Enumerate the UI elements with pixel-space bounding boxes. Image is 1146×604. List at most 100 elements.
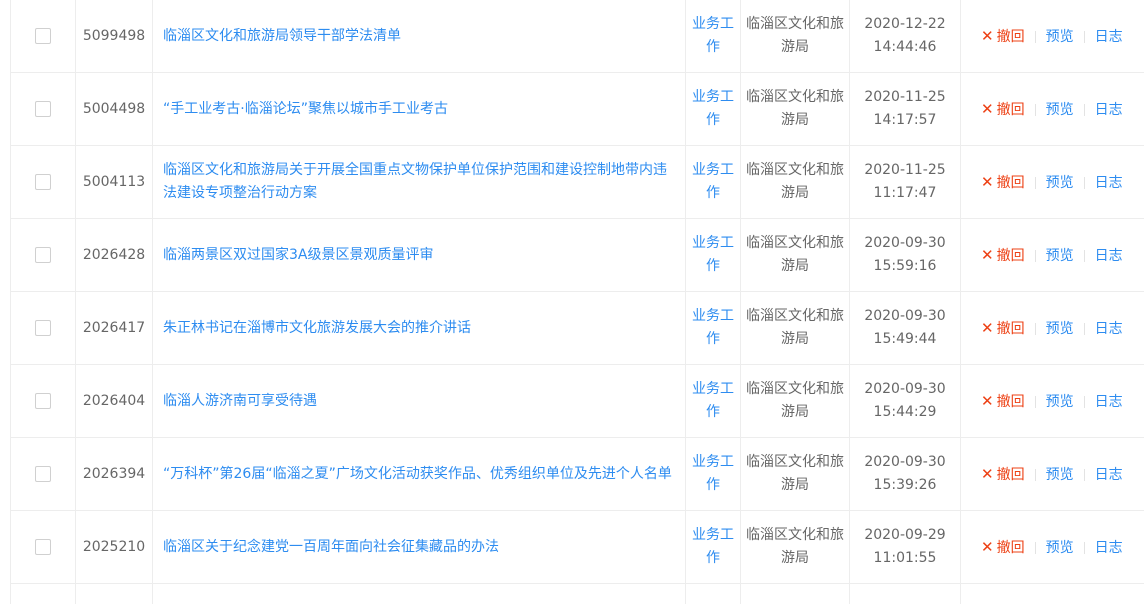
log-button[interactable]: 日志: [1095, 321, 1123, 337]
revoke-button[interactable]: ✕撤回: [981, 540, 1025, 556]
row-title-link[interactable]: 临淄区文化和旅游局关于开展全国重点文物保护单位保护范围和建设控制地带内违法建设专…: [153, 146, 686, 219]
action-divider: [1084, 396, 1085, 408]
row-checkbox[interactable]: [35, 28, 51, 44]
log-button[interactable]: 日志: [1095, 175, 1123, 191]
row-checkbox-cell: [11, 511, 76, 584]
action-divider: [1035, 469, 1036, 481]
row-checkbox[interactable]: [35, 174, 51, 190]
revoke-button[interactable]: ✕撤回: [981, 467, 1025, 483]
row-actions: ✕撤回 预览 日志: [961, 292, 1145, 365]
revoke-button[interactable]: ✕撤回: [981, 321, 1025, 337]
revoke-button[interactable]: ✕撤回: [981, 394, 1025, 410]
row-org: 临淄区文化和旅游局: [741, 219, 850, 292]
revoke-label: 撤回: [997, 29, 1025, 45]
preview-button[interactable]: 预览: [1046, 321, 1074, 337]
revoke-button[interactable]: ✕撤回: [981, 175, 1025, 191]
preview-button[interactable]: 预览: [1046, 248, 1074, 264]
row-time: 15:39:26: [874, 477, 937, 493]
row-checkbox[interactable]: [35, 247, 51, 263]
revoke-label: 撤回: [997, 248, 1025, 264]
row-date: 2020-09-30: [864, 454, 945, 470]
row-id: 2025210: [76, 511, 153, 584]
row-actions: ✕撤回 预览 日志: [961, 0, 1145, 73]
row-checkbox-cell: [11, 73, 76, 146]
row-type-link[interactable]: 业务工作: [686, 0, 741, 73]
revoke-button[interactable]: ✕撤回: [981, 102, 1025, 118]
action-divider: [1084, 104, 1085, 116]
row-type-link[interactable]: 业务工作: [686, 365, 741, 438]
row-title-link[interactable]: 临淄区关于纪念建党一百周年面向社会征集藏品的办法: [153, 511, 686, 584]
action-divider: [1035, 31, 1036, 43]
row-type-link[interactable]: 业务工作: [686, 219, 741, 292]
row-checkbox[interactable]: [35, 320, 51, 336]
row-checkbox[interactable]: [35, 539, 51, 555]
preview-button[interactable]: 预览: [1046, 540, 1074, 556]
table-row: 2026394 “万科杯”第26届“临淄之夏”广场文化活动获奖作品、优秀组织单位…: [11, 438, 1145, 511]
preview-button[interactable]: 预览: [1046, 29, 1074, 45]
revoke-button[interactable]: ✕撤回: [981, 29, 1025, 45]
preview-button[interactable]: 预览: [1046, 175, 1074, 191]
row-time: 15:49:44: [874, 331, 937, 347]
close-icon: ✕: [981, 173, 994, 191]
revoke-label: 撤回: [997, 540, 1025, 556]
row-title-link[interactable]: 临淄人游济南可享受待遇: [153, 365, 686, 438]
row-checkbox[interactable]: [35, 466, 51, 482]
action-divider: [1084, 31, 1085, 43]
action-divider: [1084, 177, 1085, 189]
row-time: 11:17:47: [874, 185, 937, 201]
row-id: 5099498: [76, 0, 153, 73]
action-divider: [1035, 396, 1036, 408]
log-button[interactable]: 日志: [1095, 102, 1123, 118]
revoke-label: 撤回: [997, 467, 1025, 483]
row-type-link[interactable]: 业务工作: [686, 73, 741, 146]
row-actions: ✕撤回 预览 日志: [961, 365, 1145, 438]
log-button[interactable]: 日志: [1095, 467, 1123, 483]
row-title-link[interactable]: 临淄两景区双过国家3A级景区景观质量评审: [153, 219, 686, 292]
preview-button[interactable]: 预览: [1046, 467, 1074, 483]
action-divider: [1084, 542, 1085, 554]
row-title-link[interactable]: 临淄区文化和旅游局领导干部学法清单: [153, 0, 686, 73]
row-type-link[interactable]: 业务工作: [686, 146, 741, 219]
close-icon: ✕: [981, 246, 994, 264]
row-time: 11:01:55: [874, 550, 937, 566]
article-table: 5099498 临淄区文化和旅游局领导干部学法清单 业务工作 临淄区文化和旅游局…: [10, 0, 1144, 604]
close-icon: ✕: [981, 27, 994, 45]
row-date: 2020-09-30: [864, 235, 945, 251]
row-checkbox[interactable]: [35, 393, 51, 409]
row-time: 15:44:29: [874, 404, 937, 420]
preview-button[interactable]: 预览: [1046, 394, 1074, 410]
row-checkbox[interactable]: [35, 101, 51, 117]
revoke-button[interactable]: ✕撤回: [981, 248, 1025, 264]
row-title-link[interactable]: “万科杯”第26届“临淄之夏”广场文化活动获奖作品、优秀组织单位及先进个人名单: [153, 438, 686, 511]
row-title-link[interactable]: “手工业考古·临淄论坛”聚焦以城市手工业考古: [153, 73, 686, 146]
row-org: 临淄区文化和旅游局: [741, 292, 850, 365]
close-icon: ✕: [981, 392, 994, 410]
table-row: 5004498 “手工业考古·临淄论坛”聚焦以城市手工业考古 业务工作 临淄区文…: [11, 73, 1145, 146]
row-id: 2026404: [76, 365, 153, 438]
row-datetime: 2020-11-2514:17:57: [850, 73, 961, 146]
log-button[interactable]: 日志: [1095, 248, 1123, 264]
revoke-label: 撤回: [997, 175, 1025, 191]
row-title-link[interactable]: 朱正林书记在淄博市文化旅游发展大会的推介讲话: [153, 292, 686, 365]
row-datetime: 2020-09-3015:49:44: [850, 292, 961, 365]
preview-button[interactable]: 预览: [1046, 102, 1074, 118]
table-row: 5099498 临淄区文化和旅游局领导干部学法清单 业务工作 临淄区文化和旅游局…: [11, 0, 1145, 73]
table-row: 5004113 临淄区文化和旅游局关于开展全国重点文物保护单位保护范围和建设控制…: [11, 146, 1145, 219]
row-type-link[interactable]: 业务工作: [686, 511, 741, 584]
action-divider: [1035, 542, 1036, 554]
row-org: 临淄区文化和旅游局: [741, 511, 850, 584]
log-button[interactable]: 日志: [1095, 394, 1123, 410]
row-type-link[interactable]: 业务工作: [686, 292, 741, 365]
row-id: 2026428: [76, 219, 153, 292]
table-row-partial: [11, 584, 1145, 604]
row-id: 2026417: [76, 292, 153, 365]
row-type-link[interactable]: 业务工作: [686, 438, 741, 511]
log-button[interactable]: 日志: [1095, 540, 1123, 556]
row-checkbox-cell: [11, 292, 76, 365]
row-actions: ✕撤回 预览 日志: [961, 146, 1145, 219]
table-row: 2026404 临淄人游济南可享受待遇 业务工作 临淄区文化和旅游局 2020-…: [11, 365, 1145, 438]
row-checkbox-cell: [11, 0, 76, 73]
row-org: 临淄区文化和旅游局: [741, 438, 850, 511]
log-button[interactable]: 日志: [1095, 29, 1123, 45]
revoke-label: 撤回: [997, 102, 1025, 118]
